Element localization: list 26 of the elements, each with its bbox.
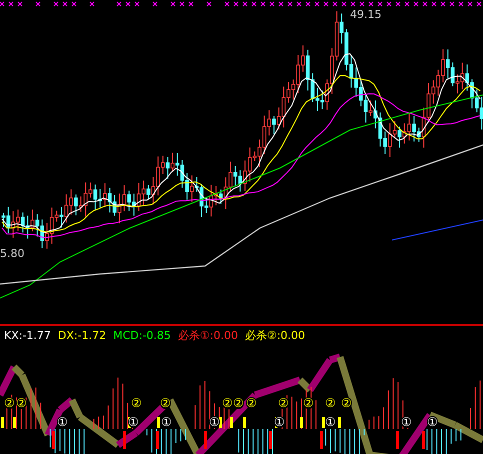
high-price-label: 49.15 <box>350 9 382 21</box>
signal-marker: ① <box>427 416 438 428</box>
indicator-value: KX:-1.77 <box>4 329 51 344</box>
signal-marker: ② <box>341 397 352 409</box>
signal-marker: ② <box>233 397 244 409</box>
signal-marker: ② <box>222 397 233 409</box>
low-price-label: 5.80 <box>0 248 24 260</box>
signal-marker: ② <box>16 397 27 409</box>
signal-marker: ① <box>274 416 285 428</box>
signal-marker: ① <box>161 416 172 428</box>
signal-marker: ② <box>160 397 171 409</box>
signal-marker: ① <box>325 416 336 428</box>
signal-marker: ② <box>303 397 314 409</box>
indicator-value: DX:-1.72 <box>58 329 106 344</box>
indicator-value: 必杀①:0.00 <box>178 329 238 344</box>
signal-marker: ② <box>4 397 15 409</box>
indicator-value: 必杀②:0.00 <box>244 329 306 344</box>
signal-marker: ① <box>128 416 139 428</box>
indicator-value: MCD:-0.85 <box>113 329 171 344</box>
signal-marker: ② <box>246 397 257 409</box>
signal-marker: ① <box>401 416 412 428</box>
signal-marker: ② <box>131 397 142 409</box>
signal-marker: ② <box>325 397 336 409</box>
signal-marker: ① <box>209 416 220 428</box>
signal-marker: ① <box>57 416 68 428</box>
signal-marker: ② <box>278 397 289 409</box>
